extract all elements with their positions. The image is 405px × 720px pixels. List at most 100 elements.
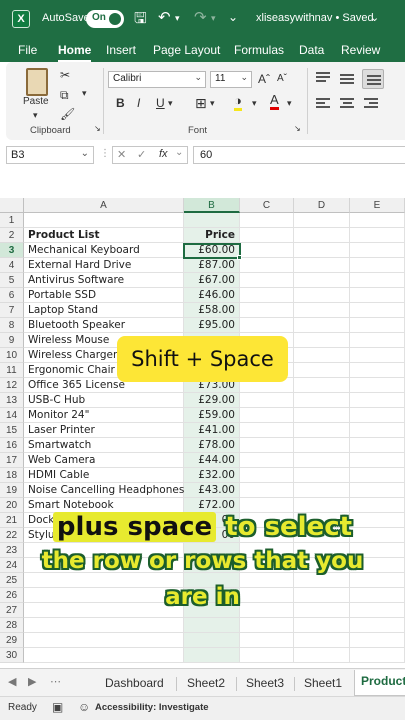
macro-recording-icon[interactable]: ▣ — [52, 700, 63, 714]
row-header[interactable]: 12 — [0, 378, 24, 393]
cell-empty[interactable] — [294, 228, 350, 243]
cell-price[interactable] — [184, 213, 240, 228]
paste-dropdown-icon[interactable]: ▾ — [33, 110, 38, 121]
cell-empty[interactable] — [350, 228, 405, 243]
cell-empty[interactable] — [350, 318, 405, 333]
cell-empty[interactable] — [294, 348, 350, 363]
row-header[interactable]: 11 — [0, 363, 24, 378]
cut-icon[interactable]: ✂ — [60, 68, 70, 82]
copy-icon[interactable]: ⧉ — [60, 88, 69, 103]
cell-empty[interactable] — [294, 618, 350, 633]
cell-empty[interactable] — [350, 363, 405, 378]
row-header[interactable]: 10 — [0, 348, 24, 363]
row-header[interactable]: 4 — [0, 258, 24, 273]
cell-product-name[interactable]: Noise Cancelling Headphones — [24, 483, 184, 498]
tab-file[interactable]: File — [18, 43, 37, 57]
sheet-tab-sheet1[interactable]: Sheet1 — [304, 676, 342, 690]
cell-empty[interactable] — [294, 648, 350, 663]
row-header[interactable]: 16 — [0, 438, 24, 453]
insert-function-button[interactable]: fx — [159, 148, 168, 160]
cell-price[interactable]: £46.00 — [184, 288, 240, 303]
cell-empty[interactable] — [350, 393, 405, 408]
cell-price[interactable] — [184, 618, 240, 633]
table-row[interactable]: 16 Smartwatch £78.00 — [0, 438, 405, 453]
align-right-icon[interactable] — [364, 97, 380, 111]
column-header-d[interactable]: D — [294, 198, 350, 213]
cell-empty[interactable] — [350, 438, 405, 453]
redo-dropdown-icon[interactable]: ▾ — [211, 13, 216, 24]
cell-empty[interactable] — [294, 363, 350, 378]
format-painter-icon[interactable]: 🖌 — [60, 107, 75, 121]
scroll-left-icon[interactable]: ◀ — [8, 675, 16, 688]
row-header[interactable]: 8 — [0, 318, 24, 333]
cell-empty[interactable] — [294, 633, 350, 648]
accessibility-status[interactable]: Accessibility: Investigate — [95, 702, 209, 713]
sheet-tab-dashboard[interactable]: Dashboard — [105, 676, 164, 690]
italic-button[interactable]: I — [137, 96, 140, 110]
row-header[interactable]: 7 — [0, 303, 24, 318]
cell-empty[interactable] — [350, 408, 405, 423]
row-header[interactable]: 28 — [0, 618, 24, 633]
row-header[interactable]: 1 — [0, 213, 24, 228]
cell-empty[interactable] — [350, 348, 405, 363]
sheet-tab-product[interactable]: Product — [354, 670, 405, 696]
formula-input[interactable]: 60 — [193, 146, 405, 164]
customize-toolbar-icon[interactable]: ⌄ — [228, 10, 238, 24]
cell-price[interactable]: £32.00 — [184, 468, 240, 483]
cell-empty[interactable] — [294, 288, 350, 303]
cell-empty[interactable] — [350, 333, 405, 348]
cell-empty[interactable] — [350, 648, 405, 663]
cell-empty[interactable] — [350, 288, 405, 303]
cell-empty[interactable] — [350, 633, 405, 648]
cell-product-name[interactable] — [24, 633, 184, 648]
cell-empty[interactable] — [240, 318, 294, 333]
cell-empty[interactable] — [240, 633, 294, 648]
cell-product-name[interactable]: External Hard Drive — [24, 258, 184, 273]
cell-empty[interactable] — [350, 213, 405, 228]
cell-empty[interactable] — [240, 228, 294, 243]
cell-price[interactable] — [184, 633, 240, 648]
align-bottom-icon[interactable] — [362, 69, 384, 89]
name-box[interactable]: B3 ⌄ — [6, 146, 94, 164]
column-header-c[interactable]: C — [240, 198, 294, 213]
cell-price[interactable]: £67.00 — [184, 273, 240, 288]
more-sheets-icon[interactable]: ⋯ — [50, 675, 61, 688]
cell-product-name[interactable]: Bluetooth Speaker — [24, 318, 184, 333]
clipboard-icon[interactable] — [26, 68, 48, 96]
table-row[interactable]: 4 External Hard Drive £87.00 — [0, 258, 405, 273]
decrease-font-icon[interactable]: Aˇ — [277, 73, 287, 84]
cell-product-name[interactable]: HDMI Cable — [24, 468, 184, 483]
clipboard-launcher-icon[interactable]: ↘ — [94, 124, 101, 133]
align-middle-icon[interactable] — [340, 72, 356, 86]
row-header[interactable]: 2 — [0, 228, 24, 243]
cell-empty[interactable] — [350, 303, 405, 318]
enter-icon[interactable]: ✓ — [137, 148, 146, 161]
row-header[interactable]: 30 — [0, 648, 24, 663]
row-header[interactable]: 15 — [0, 423, 24, 438]
cell-empty[interactable] — [240, 243, 294, 258]
sheet-tab-sheet2[interactable]: Sheet2 — [187, 676, 225, 690]
table-row[interactable]: 13 USB-C Hub £29.00 — [0, 393, 405, 408]
borders-dropdown-icon[interactable]: ▾ — [210, 98, 215, 109]
align-center-icon[interactable] — [340, 97, 356, 111]
cell-empty[interactable] — [240, 453, 294, 468]
tab-data[interactable]: Data — [299, 43, 324, 57]
row-header[interactable]: 3 — [0, 243, 24, 258]
cell-price[interactable]: £43.00 — [184, 483, 240, 498]
cell-empty[interactable] — [240, 408, 294, 423]
cell-empty[interactable] — [240, 618, 294, 633]
row-header[interactable]: 6 — [0, 288, 24, 303]
cell-empty[interactable] — [240, 423, 294, 438]
cell-empty[interactable] — [294, 483, 350, 498]
document-title[interactable]: xliseasywithnav • Saved — [256, 12, 374, 24]
cell-empty[interactable] — [240, 393, 294, 408]
fill-handle[interactable] — [237, 255, 242, 260]
cell-empty[interactable] — [294, 303, 350, 318]
cell-empty[interactable] — [240, 213, 294, 228]
cell-empty[interactable] — [240, 648, 294, 663]
cell-product-name[interactable]: USB-C Hub — [24, 393, 184, 408]
table-row[interactable]: 7 Laptop Stand £58.00 — [0, 303, 405, 318]
cell-price[interactable]: £44.00 — [184, 453, 240, 468]
save-icon[interactable]: 🖫 — [134, 8, 147, 33]
cell-price[interactable]: £72.00 — [184, 498, 240, 513]
